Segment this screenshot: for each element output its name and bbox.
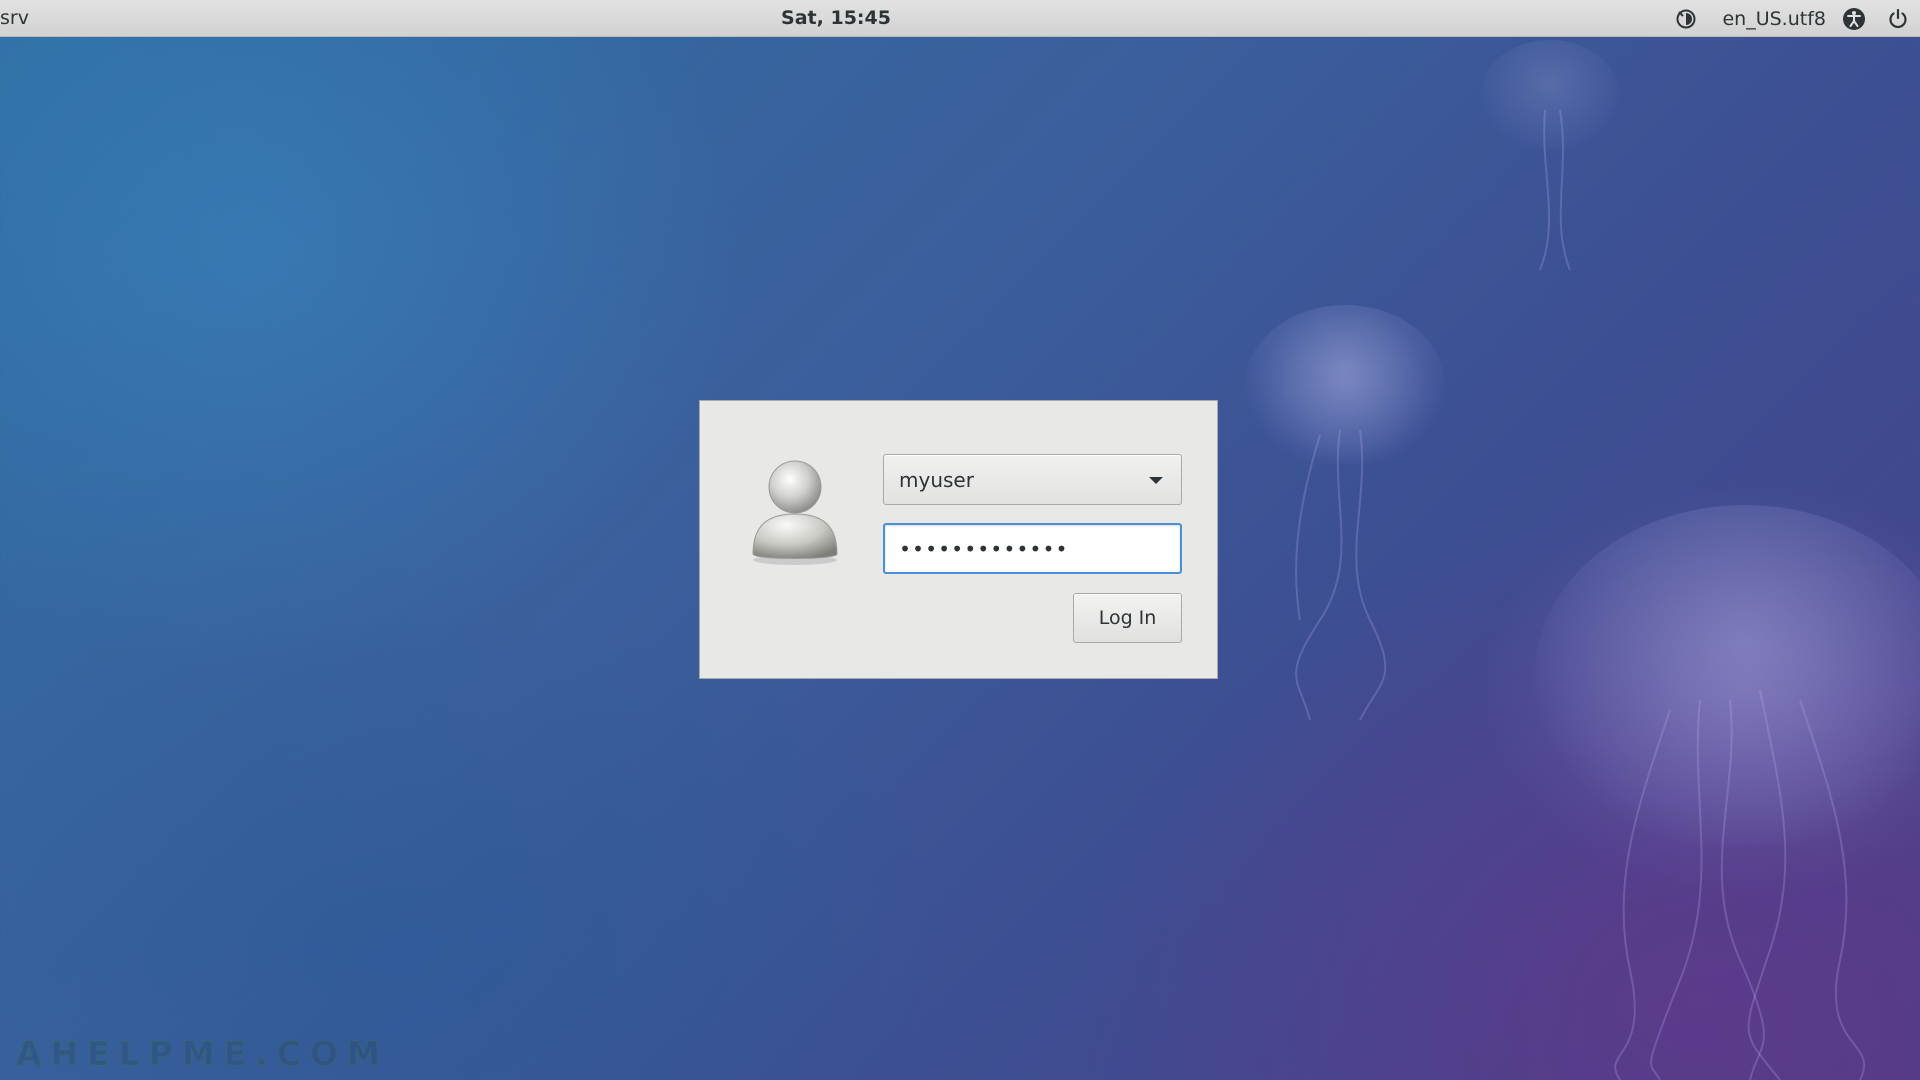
session-menu[interactable] — [1664, 0, 1708, 37]
power-menu[interactable] — [1876, 0, 1920, 37]
session-icon — [1676, 9, 1696, 28]
log-in-button[interactable]: Log In — [1073, 593, 1182, 643]
watermark: AHELPME.COM — [16, 1034, 389, 1074]
chevron-down-icon — [1149, 477, 1163, 484]
selected-user: myuser — [899, 468, 974, 492]
power-icon — [1889, 8, 1907, 28]
user-avatar-icon — [752, 460, 838, 565]
system-tray: en_US.utf8 — [1664, 0, 1920, 37]
password-field[interactable] — [883, 523, 1182, 574]
clock[interactable]: Sat, 15:45 — [0, 7, 1672, 29]
accessibility-menu[interactable] — [1832, 0, 1876, 37]
login-dialog: myuser Log In — [699, 400, 1218, 679]
locale-selector[interactable]: en_US.utf8 — [1708, 0, 1832, 37]
top-panel: srv Sat, 15:45 en_US.utf8 — [0, 0, 1920, 37]
accessibility-icon — [1843, 7, 1865, 30]
user-dropdown[interactable]: myuser — [883, 454, 1182, 505]
